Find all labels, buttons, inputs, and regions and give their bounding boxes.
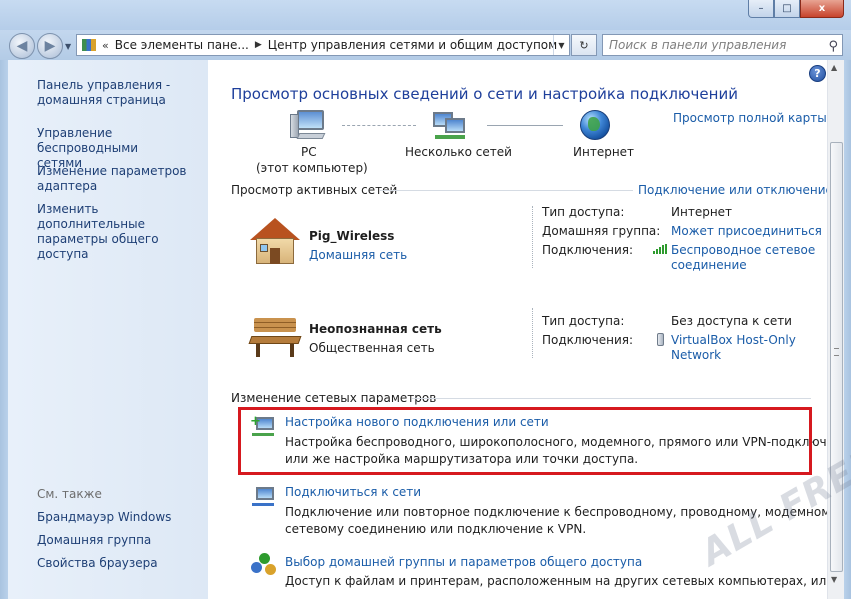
- forward-button[interactable]: ▶: [37, 33, 63, 59]
- active-networks-rule: [380, 190, 633, 191]
- title-bar: – □ x: [0, 0, 851, 30]
- connections-label-2: Подключения:: [542, 333, 634, 347]
- sidebar-link-adapter-line2: адаптера: [37, 179, 98, 193]
- connect-to-network-icon: [250, 485, 276, 509]
- breadcrumb-separator[interactable]: ▶: [255, 40, 262, 50]
- connect-disconnect-link[interactable]: Подключение или отключение: [638, 183, 833, 197]
- internet-globe-icon: [580, 110, 610, 140]
- window-right-border: [844, 60, 851, 599]
- vertical-scrollbar[interactable]: ▲ ▼: [827, 60, 844, 599]
- network-1-divider: [532, 206, 533, 268]
- sidebar-link-home-line1: Панель управления -: [37, 78, 171, 92]
- access-type-label-1: Тип доступа:: [542, 205, 625, 219]
- search-input[interactable]: Поиск в панели управления ⚲: [602, 34, 843, 56]
- search-icon[interactable]: ⚲: [828, 37, 838, 57]
- virtualbox-connection-link[interactable]: VirtualBox Host-Only Network: [671, 333, 796, 363]
- wireless-signal-icon: [653, 244, 667, 254]
- connections-label-1: Подключения:: [542, 243, 634, 257]
- sidebar: Панель управления - домашняя страница Уп…: [8, 60, 208, 599]
- scroll-thumb[interactable]: [830, 142, 843, 572]
- homegroup-sharing-icon: [251, 553, 277, 577]
- map-networks-label: Несколько сетей: [405, 145, 512, 159]
- homegroup-label-1: Домашняя группа:: [542, 224, 661, 238]
- map-internet-label: Интернет: [573, 145, 635, 159]
- address-dropdown-button[interactable]: ▼: [553, 35, 569, 55]
- full-map-link[interactable]: Просмотр полной карты: [673, 111, 827, 125]
- maximize-button[interactable]: □: [774, 0, 800, 18]
- network-name-1: Pig_Wireless: [309, 229, 395, 243]
- scroll-up-arrow[interactable]: ▲: [831, 63, 837, 72]
- map-link-networks-internet: [487, 125, 563, 126]
- sidebar-link-home[interactable]: Панель управления - домашняя страница: [37, 78, 170, 108]
- address-bar[interactable]: « Все элементы пане... ▶ Центр управлени…: [76, 34, 570, 56]
- sidebar-link-sharing-line2: параметры общего доступа: [37, 232, 159, 261]
- minimize-button[interactable]: –: [748, 0, 774, 18]
- sidebar-link-homegroup[interactable]: Домашняя группа: [37, 533, 151, 548]
- home-network-icon: [250, 218, 300, 266]
- window-left-border: [0, 60, 8, 599]
- breadcrumb-all-items[interactable]: Все элементы пане...: [115, 38, 249, 52]
- scroll-down-arrow[interactable]: ▼: [831, 575, 837, 584]
- control-panel-icon: [82, 39, 96, 51]
- access-type-label-2: Тип доступа:: [542, 314, 625, 328]
- search-placeholder: Поиск в панели управления: [609, 38, 787, 52]
- sidebar-link-home-line2: домашняя страница: [37, 93, 166, 107]
- sidebar-link-browser-properties[interactable]: Свойства браузера: [37, 556, 158, 571]
- multiple-networks-icon: [433, 110, 467, 142]
- refresh-button[interactable]: ↻: [571, 34, 597, 56]
- active-networks-heading: Просмотр активных сетей: [231, 183, 398, 197]
- map-link-pc-networks: [342, 125, 416, 126]
- caption-buttons: – □ x: [748, 0, 844, 18]
- map-pc-label: PC: [301, 145, 317, 159]
- sidebar-link-sharing[interactable]: Изменить дополнительные параметры общего…: [37, 202, 208, 262]
- back-button[interactable]: ◀: [9, 33, 35, 59]
- see-also-heading: См. также: [37, 487, 102, 501]
- network-type-2: Общественная сеть: [309, 341, 435, 355]
- task-homegroup-link[interactable]: Выбор домашней группы и параметров общег…: [285, 555, 642, 569]
- wireless-connection-line1: Беспроводное сетевое: [671, 243, 816, 257]
- highlight-annotation-box: [238, 407, 812, 475]
- sidebar-link-adapter-line1: Изменение параметров: [37, 164, 187, 178]
- virtualbox-connection-line2: Network: [671, 348, 722, 362]
- network-2-divider: [532, 308, 533, 358]
- change-settings-rule: [412, 398, 811, 399]
- sidebar-link-firewall[interactable]: Брандмауэр Windows: [37, 510, 171, 525]
- help-icon[interactable]: ?: [809, 65, 826, 82]
- access-type-value-1: Интернет: [671, 205, 733, 219]
- task-connect-link[interactable]: Подключиться к сети: [285, 485, 421, 499]
- sidebar-link-sharing-line1: Изменить дополнительные: [37, 202, 145, 231]
- task-homegroup-desc: Доступ к файлам и принтерам, расположенн…: [285, 574, 835, 588]
- homegroup-join-link[interactable]: Может присоединиться: [671, 224, 822, 238]
- address-overflow-chevron[interactable]: «: [102, 39, 109, 52]
- change-settings-heading: Изменение сетевых параметров: [231, 391, 437, 405]
- page-title: Просмотр основных сведений о сети и наст…: [231, 85, 738, 103]
- network-name-2: Неопознанная сеть: [309, 322, 442, 336]
- wireless-connection-line2: соединение: [671, 258, 747, 272]
- virtualbox-connection-line1: VirtualBox Host-Only: [671, 333, 796, 347]
- map-pc-sublabel: (этот компьютер): [256, 161, 368, 175]
- computer-icon: [290, 110, 326, 140]
- close-button[interactable]: x: [800, 0, 844, 18]
- wired-connection-icon: [657, 333, 664, 346]
- breadcrumb-network-center[interactable]: Центр управления сетями и общим доступом: [268, 38, 557, 52]
- recent-pages-dropdown[interactable]: ▼: [65, 42, 71, 51]
- network-type-link-1[interactable]: Домашняя сеть: [309, 248, 407, 262]
- sidebar-link-adapter[interactable]: Изменение параметров адаптера: [37, 164, 187, 194]
- wireless-connection-link[interactable]: Беспроводное сетевое соединение: [671, 243, 815, 273]
- public-network-bench-icon: [248, 318, 302, 358]
- sidebar-link-wireless-line1: Управление беспроводными: [37, 126, 139, 155]
- access-type-value-2: Без доступа к сети: [671, 314, 792, 328]
